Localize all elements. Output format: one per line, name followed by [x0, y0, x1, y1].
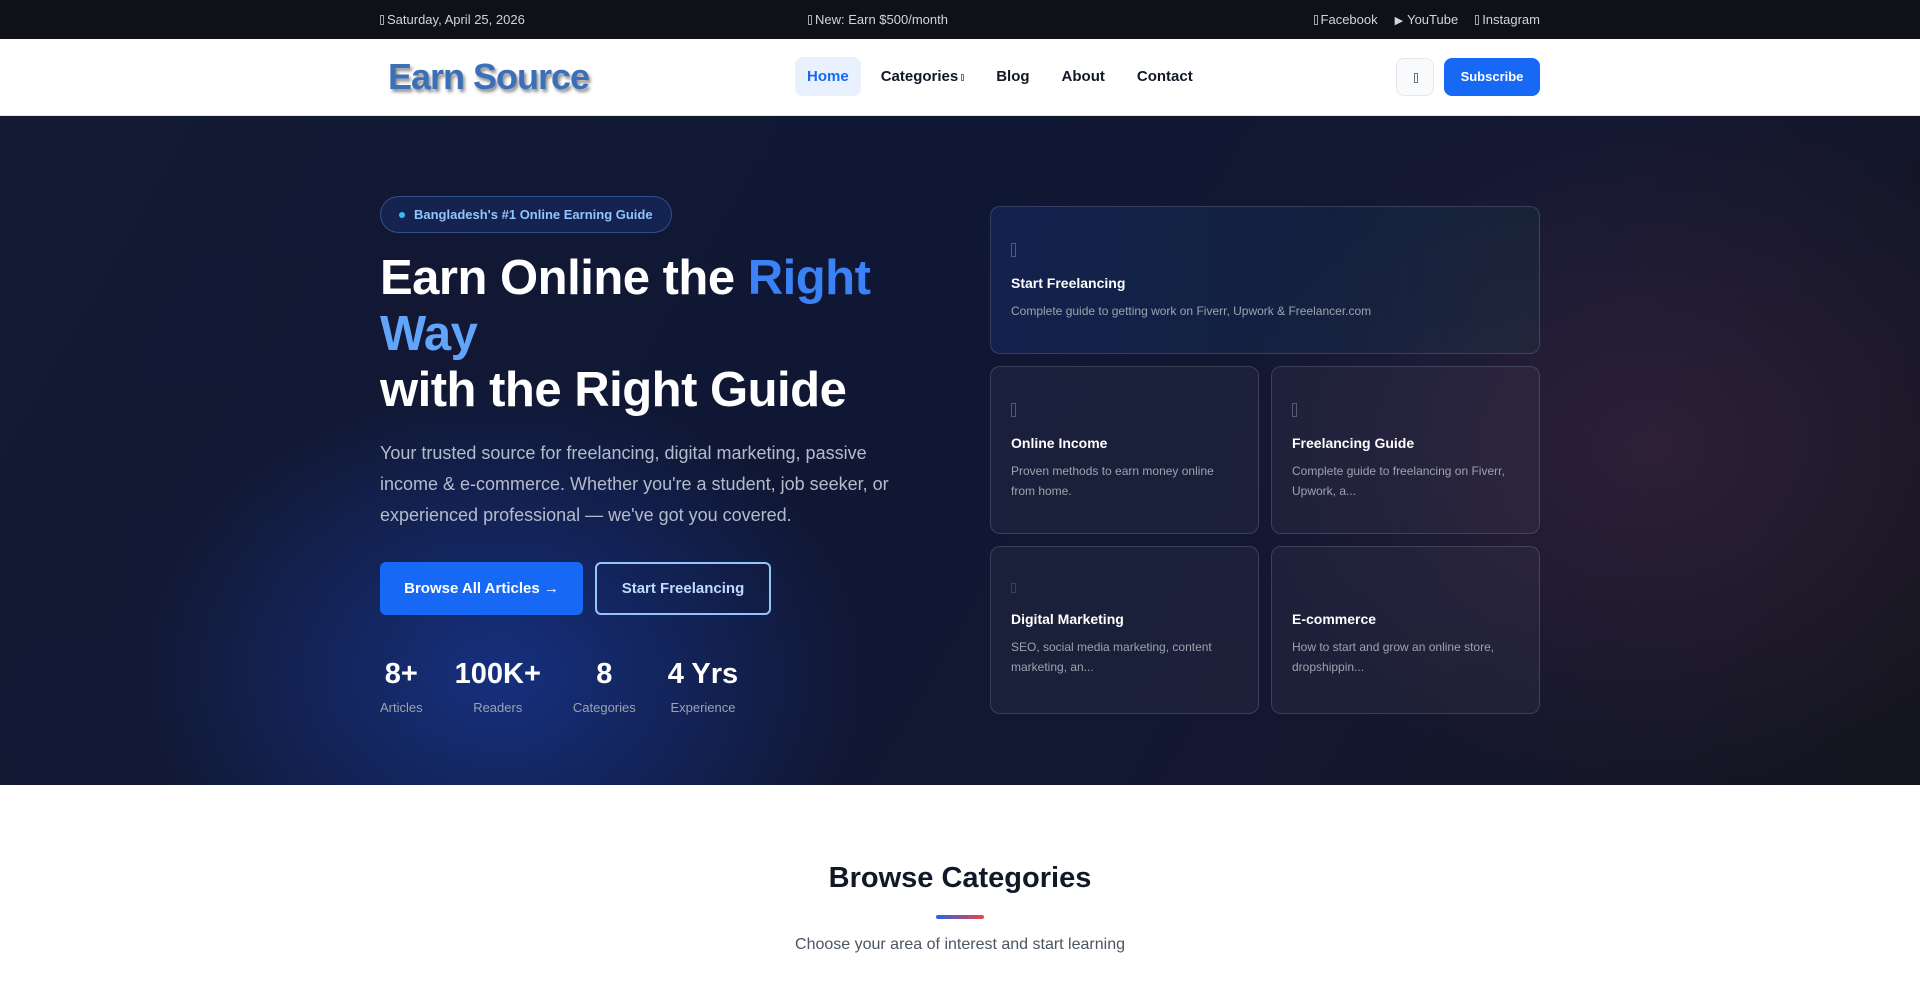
- nav-menu: Home Categories Blog About Contact: [795, 57, 1205, 96]
- instagram-link[interactable]: Instagram: [1475, 12, 1540, 27]
- play-icon: ▶: [1394, 15, 1404, 27]
- badge-dot-icon: [399, 212, 405, 218]
- search-button[interactable]: [1396, 58, 1434, 96]
- social-links: Facebook ▶ YouTube Instagram: [1313, 12, 1540, 27]
- heading-underline: [936, 915, 984, 919]
- card-freelancing-guide[interactable]: Freelancing Guide Complete guide to free…: [1271, 366, 1540, 534]
- stat-articles: 8+ Articles: [380, 658, 423, 715]
- search-icon: [1414, 73, 1418, 83]
- card-e-commerce[interactable]: E-commerce How to start and grow an onli…: [1271, 546, 1540, 714]
- news-ticker[interactable]: New: Earn $500/month: [808, 12, 964, 27]
- instagram-icon: [1475, 15, 1480, 25]
- hero-badge: Bangladesh's #1 Online Earning Guide: [380, 196, 672, 233]
- nav-item-blog[interactable]: Blog: [984, 57, 1041, 96]
- browse-articles-button[interactable]: Browse All Articles →: [380, 562, 583, 615]
- card-start-freelancing[interactable]: Start Freelancing Complete guide to gett…: [990, 206, 1540, 354]
- youtube-link[interactable]: ▶ YouTube: [1395, 12, 1459, 27]
- hero-section: Bangladesh's #1 Online Earning Guide Ear…: [0, 116, 1920, 785]
- card-online-income[interactable]: Online Income Proven methods to earn mon…: [990, 366, 1259, 534]
- current-date: Saturday, April 25, 2026: [380, 12, 525, 27]
- top-bar: Saturday, April 25, 2026 New: Earn $500/…: [0, 0, 1920, 39]
- categories-heading: Browse Categories: [828, 862, 1092, 894]
- start-freelancing-button[interactable]: Start Freelancing: [595, 562, 771, 615]
- nav-item-categories[interactable]: Categories: [869, 57, 977, 96]
- stat-categories: 8 Categories: [572, 658, 636, 715]
- facebook-icon: [1313, 15, 1318, 25]
- calendar-icon: [380, 15, 384, 25]
- nav-item-home[interactable]: Home: [795, 57, 861, 96]
- hero-lead: Your trusted source for freelancing, dig…: [380, 443, 889, 525]
- facebook-link[interactable]: Facebook: [1313, 12, 1378, 27]
- cart-icon: [1292, 583, 1297, 593]
- site-logo[interactable]: Earn Source: [388, 56, 590, 98]
- rocket-icon: [1011, 243, 1016, 257]
- stat-readers: 100K+ Readers: [454, 658, 541, 715]
- money-icon: [1011, 403, 1016, 417]
- hero-stats: 8+ Articles 100K+ Readers 8 Categories 4 Yr…: [380, 656, 770, 715]
- hero-title: Earn Online the Right Way with the Right G…: [380, 251, 871, 417]
- chevron-down-icon: [961, 74, 965, 81]
- card-digital-marketing[interactable]: Digital Marketing SEO, social media mark…: [990, 546, 1259, 714]
- main-navbar: Earn Source Home Categories Blog About C…: [0, 39, 1920, 116]
- nav-item-contact[interactable]: Contact: [1125, 57, 1205, 96]
- megaphone-icon: [1011, 583, 1016, 593]
- subscribe-button[interactable]: Subscribe: [1444, 58, 1540, 96]
- stat-experience: 4 Yrs Experience: [667, 658, 739, 715]
- laptop-icon: [1292, 403, 1297, 417]
- fire-icon: [808, 15, 812, 25]
- categories-subtitle: Choose your area of interest and start l…: [795, 936, 1125, 953]
- nav-item-about[interactable]: About: [1050, 57, 1117, 96]
